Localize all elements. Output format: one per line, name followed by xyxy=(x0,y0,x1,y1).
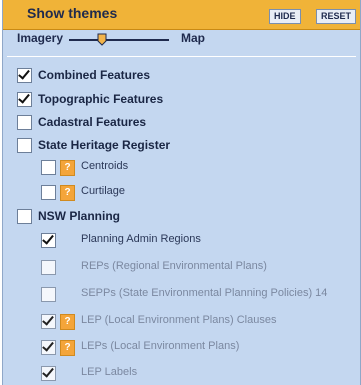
theme-combined-features[interactable]: Combined Features xyxy=(3,66,360,86)
imagery-map-slider-row: Imagery Map xyxy=(3,29,360,51)
checkbox[interactable] xyxy=(17,115,32,130)
help-icon[interactable]: ? xyxy=(60,314,75,330)
theme-state-heritage-register[interactable]: State Heritage Register xyxy=(3,136,360,156)
checkbox[interactable] xyxy=(41,260,56,275)
show-themes-panel: Show themes HIDE RESET Imagery Map Combi… xyxy=(2,0,361,385)
layer-label: LEP (Local Environment Plans) Clauses xyxy=(81,314,277,326)
theme-label: Cadastral Features xyxy=(38,115,147,129)
help-icon[interactable]: ? xyxy=(60,185,75,201)
theme-nsw-planning[interactable]: NSW Planning xyxy=(3,207,360,227)
layer-label: LEPs (Local Environment Plans) xyxy=(81,340,240,352)
layer-label: Curtilage xyxy=(81,185,126,197)
checkbox[interactable] xyxy=(17,68,32,83)
slider-thumb[interactable] xyxy=(97,33,107,46)
reset-button[interactable]: RESET xyxy=(316,9,357,24)
checkbox[interactable] xyxy=(41,233,56,248)
checkbox[interactable] xyxy=(17,138,32,153)
panel-header: Show themes HIDE RESET xyxy=(3,0,360,30)
checkbox[interactable] xyxy=(41,366,56,381)
layer-label: LEP Labels xyxy=(81,366,138,378)
layer-label: Planning Admin Regions xyxy=(81,233,201,245)
layer-sepps[interactable]: SEPPs (State Environmental Planning Poli… xyxy=(3,285,360,305)
checkbox[interactable] xyxy=(41,160,56,175)
checkbox[interactable] xyxy=(17,209,32,224)
layer-leps[interactable]: ? LEPs (Local Environment Plans) xyxy=(3,338,360,358)
layer-lep-labels[interactable]: LEP Labels xyxy=(3,364,360,384)
checkbox[interactable] xyxy=(41,340,56,355)
layer-reps[interactable]: REPs (Regional Environmental Plans) xyxy=(3,258,360,278)
theme-label: Combined Features xyxy=(38,68,151,82)
layer-label: SEPPs (State Environmental Planning Poli… xyxy=(81,287,328,299)
map-label: Map xyxy=(181,31,205,45)
panel-title: Show themes xyxy=(27,5,118,21)
theme-label: NSW Planning xyxy=(38,209,120,223)
layer-planning-admin-regions[interactable]: Planning Admin Regions xyxy=(3,231,360,251)
theme-label: State Heritage Register xyxy=(38,138,171,152)
layer-label: Centroids xyxy=(81,160,129,172)
help-icon[interactable]: ? xyxy=(60,340,75,356)
layer-label: REPs (Regional Environmental Plans) xyxy=(81,260,267,272)
imagery-label: Imagery xyxy=(17,31,64,45)
theme-cadastral-features[interactable]: Cadastral Features xyxy=(3,113,360,133)
layer-lep-clauses[interactable]: ? LEP (Local Environment Plans) Clauses xyxy=(3,312,360,332)
checkbox[interactable] xyxy=(41,287,56,302)
checkbox[interactable] xyxy=(41,314,56,329)
theme-topographic-features[interactable]: Topographic Features xyxy=(3,90,360,110)
layer-curtilage[interactable]: ? Curtilage xyxy=(3,183,360,203)
opacity-slider-track[interactable] xyxy=(69,39,169,41)
checkbox[interactable] xyxy=(17,92,32,107)
checkbox[interactable] xyxy=(41,185,56,200)
divider xyxy=(7,56,356,57)
layer-centroids[interactable]: ? Centroids xyxy=(3,158,360,178)
help-icon[interactable]: ? xyxy=(60,160,75,176)
theme-label: Topographic Features xyxy=(38,92,164,106)
hide-button[interactable]: HIDE xyxy=(269,9,301,24)
